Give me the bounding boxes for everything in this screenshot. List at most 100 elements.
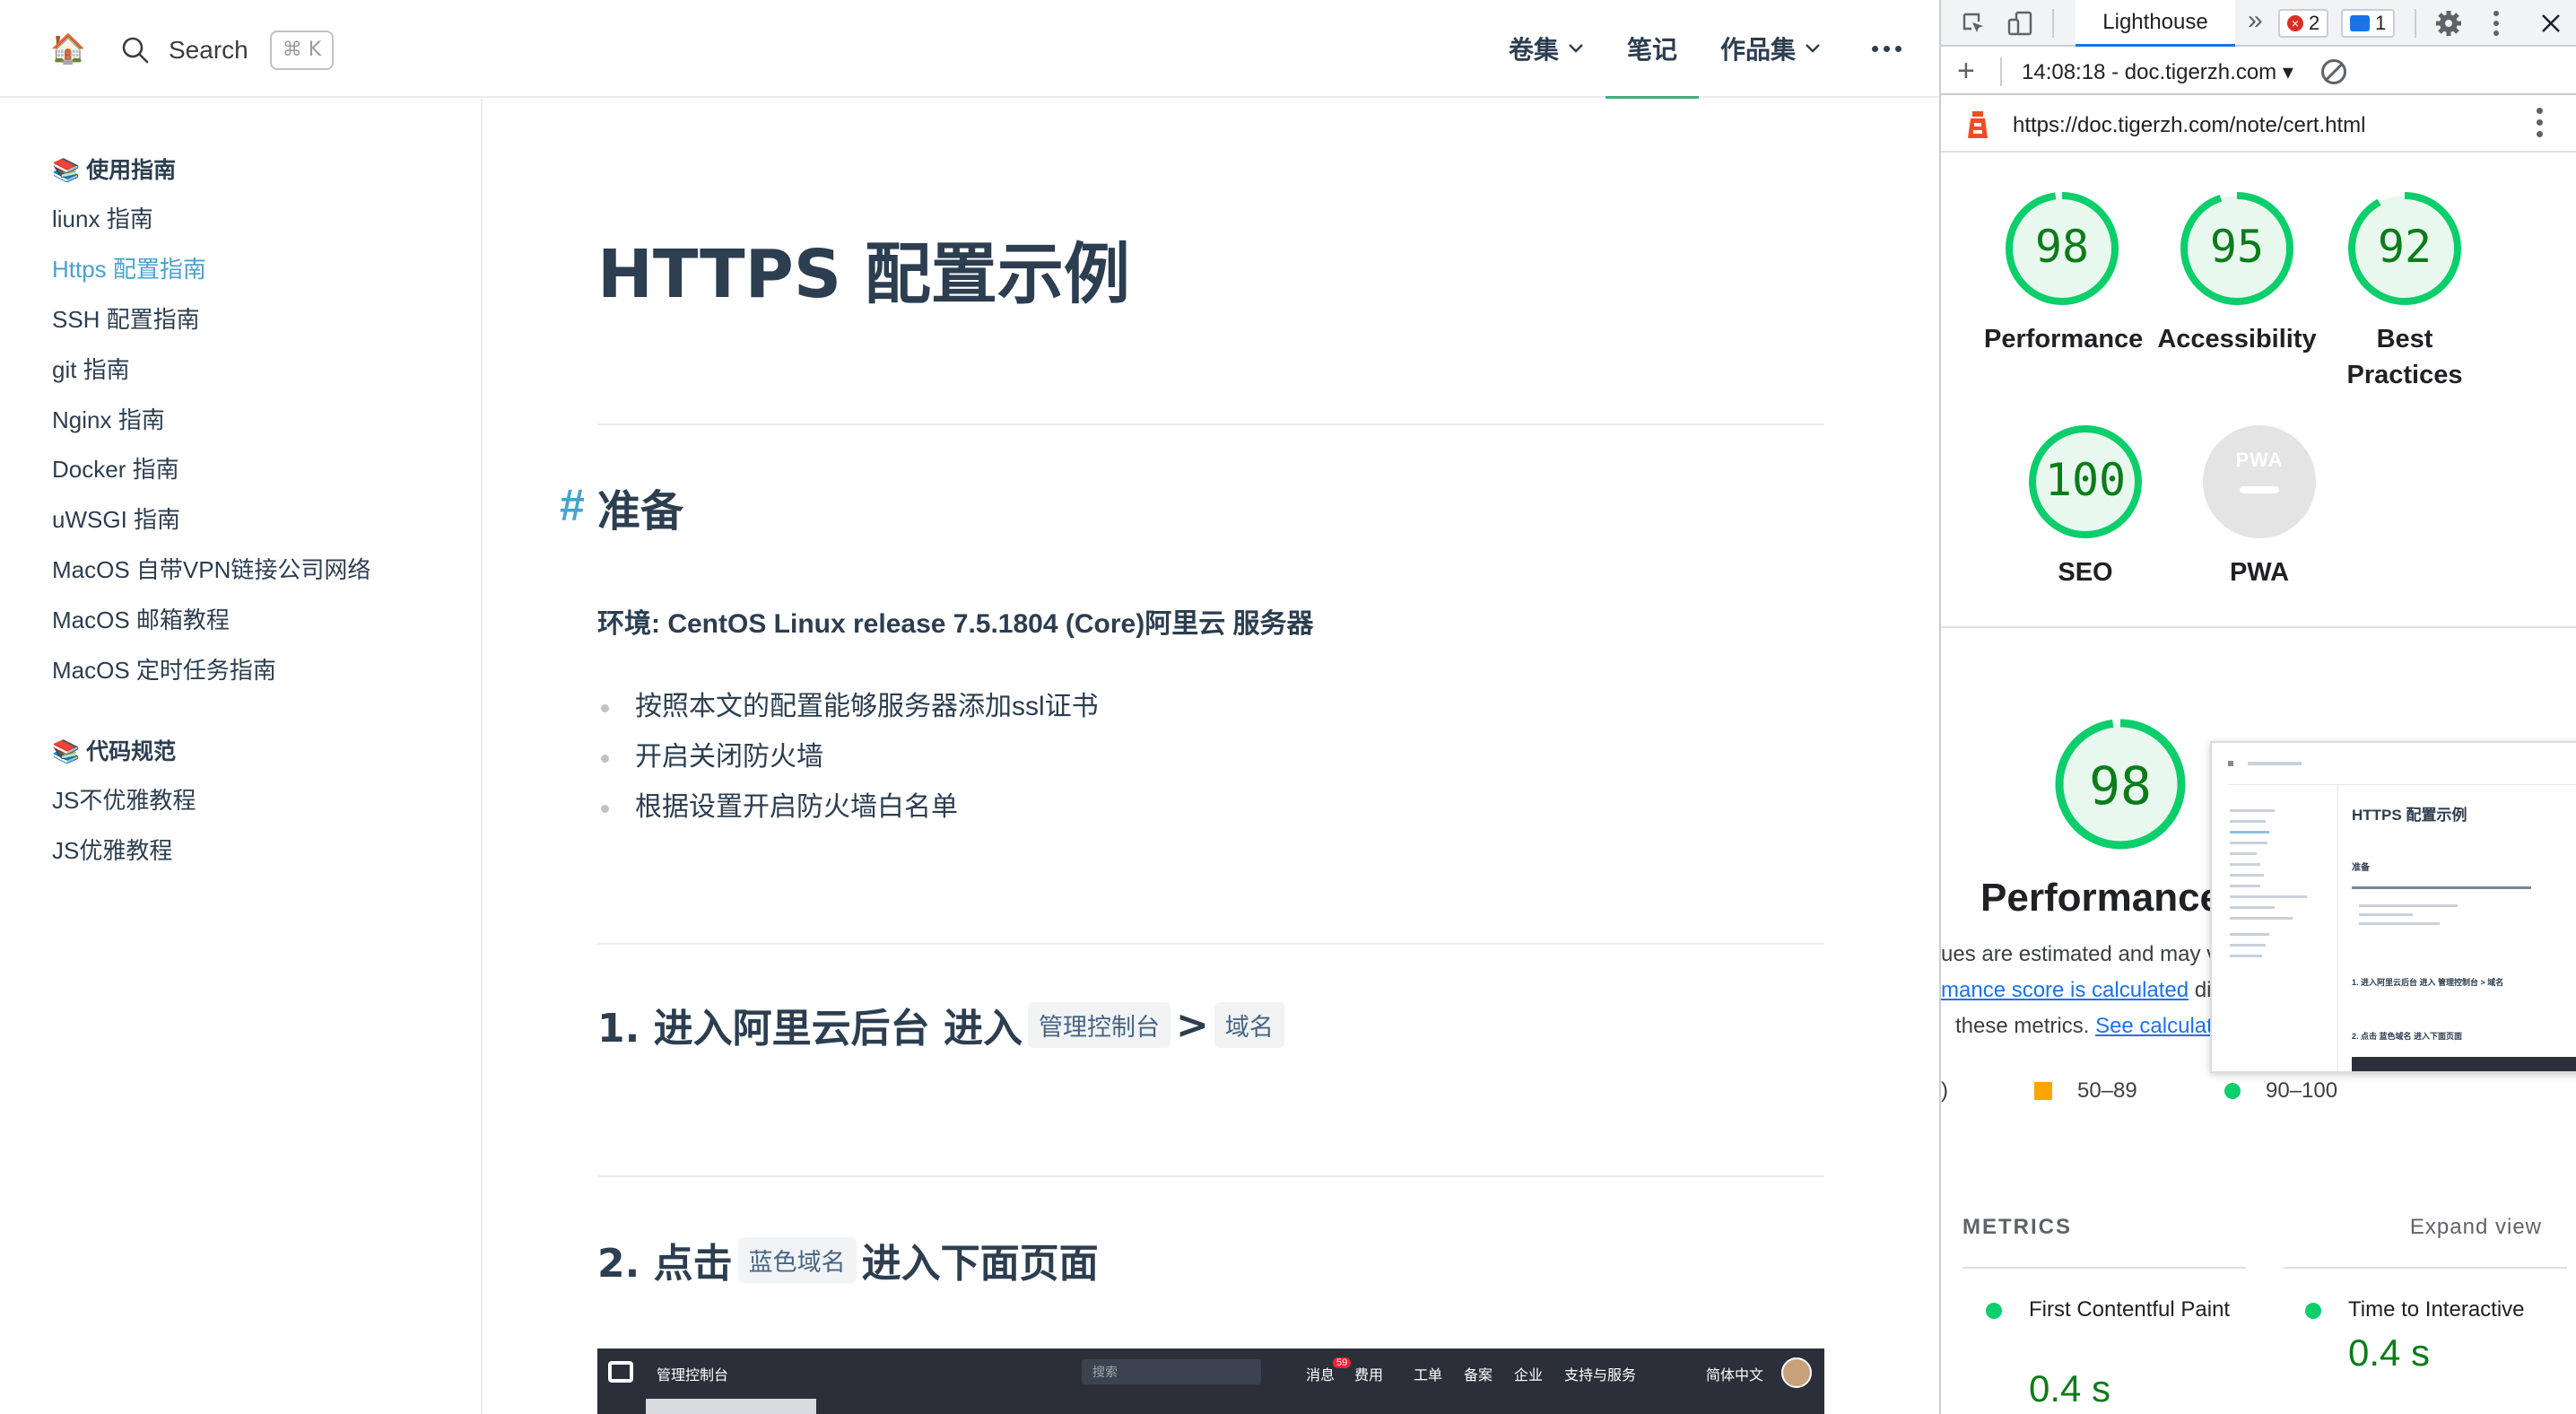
search-icon [122, 37, 149, 64]
gear-icon[interactable] [2434, 9, 2463, 38]
nav-zuopinji-label: 作品集 [1719, 36, 1796, 64]
separator [2415, 9, 2416, 38]
environment-text: 环境: CentOS Linux release 7.5.1804 (Core)… [597, 609, 1314, 639]
inspect-element-icon[interactable] [1959, 9, 1988, 38]
more-icon[interactable] [1864, 0, 1909, 97]
devtools-panel: Lighthouse » × 2 1 + 14:08:18 - doc.tige… [1939, 0, 2576, 1414]
metrics-divider [2284, 1267, 2567, 1269]
legend-pass-label: 90–100 [2266, 1078, 2338, 1103]
metric-value: 0.4 s [2348, 1331, 2431, 1374]
expand-view-toggle[interactable]: Expand view [2410, 1215, 2542, 1240]
tab-lighthouse[interactable]: Lighthouse [2076, 0, 2235, 47]
aliyun-nav-support: 支持与服务 [1564, 1368, 1637, 1383]
report-url[interactable]: https://doc.tigerzh.com/note/cert.html [2013, 113, 2366, 138]
report-menu-icon[interactable] [2537, 108, 2544, 143]
thumb-side-line [2230, 933, 2269, 936]
thumb-side-line [2230, 885, 2260, 887]
sidebar-item-docker[interactable]: Docker 指南 [52, 451, 179, 484]
sidebar-item-nginx[interactable]: Nginx 指南 [52, 402, 165, 435]
anchor-link[interactable]: # [560, 479, 585, 531]
nav-juanji[interactable]: 卷集 [1487, 0, 1606, 97]
nav-juanji-label: 卷集 [1508, 36, 1559, 64]
top-navbar: 🏠 Search ⌘ K 卷集 笔记 作品集 [0, 0, 1939, 99]
aliyun-screenshot: 管理控制台 搜索 消息 59 费用 工单 备案 企业 支持与服务 简体中文 [597, 1349, 1824, 1414]
aliyun-console-label: 管理控制台 [657, 1368, 729, 1383]
score-value: 92 [2377, 221, 2432, 273]
sidebar-item-git[interactable]: git 指南 [52, 352, 130, 385]
score-calc-link[interactable]: mance score is calculated [1941, 978, 2189, 1002]
sidebar-item-macos-vpn[interactable]: MacOS 自带VPN链接公司网络 [52, 552, 370, 585]
page-title: HTTPS 配置示例 [597, 236, 1130, 313]
clear-icon[interactable] [2321, 59, 2346, 84]
gauge-accessibility[interactable]: 95 Accessibility [2156, 190, 2318, 357]
thumb-title: HTTPS 配置示例 [2352, 807, 2467, 824]
list-item: 按照本文的配置能够服务器添加ssl证书 [597, 682, 1099, 732]
list-item: 开启关闭防火墙 [597, 732, 1099, 782]
legend-fail-tail: ) [1941, 1078, 1948, 1103]
lighthouse-toolbar: + 14:08:18 - doc.tigerzh.com ▾ [1941, 48, 2576, 95]
score-value: 100 [2044, 454, 2127, 506]
messages-badge[interactable]: 1 [2341, 9, 2396, 38]
message-icon [2350, 15, 2370, 31]
score-label: Accessibility [2157, 325, 2317, 354]
nav-biji[interactable]: 笔记 [1605, 0, 1700, 99]
performance-title: Performance [1980, 876, 2223, 920]
aliyun-subbar [646, 1399, 816, 1414]
thumb-side-line [2230, 874, 2264, 877]
thumb-sidebar-border [2337, 784, 2338, 1071]
thumb-text-line [2352, 886, 2531, 889]
device-toolbar-icon[interactable] [2006, 9, 2034, 38]
screen: 🏠 Search ⌘ K 卷集 笔记 作品集 📚 使用指南 liunx 指南 H… [0, 0, 2576, 1414]
nav-links: 卷集 笔记 作品集 [1487, 0, 1939, 99]
search-shortcut: ⌘ K [269, 31, 335, 70]
sidebar-item-macos-cron[interactable]: MacOS 定时任务指南 [52, 652, 276, 685]
code-blue-domain: 蓝色域名 [737, 1236, 857, 1283]
report-select[interactable]: 14:08:18 - doc.tigerzh.com ▾ [2022, 59, 2293, 85]
sidebar: 📚 使用指南 liunx 指南 Https 配置指南 SSH 配置指南 git … [0, 99, 483, 1414]
sidebar-item-ssh[interactable]: SSH 配置指南 [52, 301, 200, 335]
step1-text: 1. 进入阿里云后台 进入 [597, 1006, 1023, 1052]
gauge-performance[interactable]: 98 Performance [1984, 190, 2143, 357]
performance-desc-text: these metrics. [1955, 1014, 2090, 1038]
thumb-step2: 2. 点击 蓝色域名 进入下面页面 [2352, 1032, 2463, 1041]
aliyun-nav-fee: 费用 [1354, 1368, 1384, 1383]
final-screenshot-thumbnail[interactable]: HTTPS 配置示例 准备 1. 进入阿里云后台 进入 管理控制台 > 域名 2… [2210, 741, 2576, 1073]
thumb-side-line [2230, 820, 2266, 823]
sidebar-item-js-bad[interactable]: JS不优雅教程 [52, 782, 196, 816]
sidebar-item-https[interactable]: Https 配置指南 [52, 251, 206, 284]
metrics-heading: METRICS [1962, 1215, 2072, 1239]
see-calculator-link[interactable]: See calculato [2095, 1014, 2224, 1038]
sidebar-item-macos-mail[interactable]: MacOS 邮箱教程 [52, 602, 230, 635]
thumb-side-line [2230, 917, 2293, 920]
sidebar-item-js-good[interactable]: JS优雅教程 [52, 833, 172, 866]
thumb-side-line [2230, 944, 2266, 947]
article: HTTPS 配置示例 # 准备 环境: CentOS Linux release… [560, 99, 1826, 1414]
errors-badge[interactable]: × 2 [2278, 9, 2329, 38]
performance-gauge-large: 98 [2031, 718, 2210, 851]
divider [597, 423, 1824, 425]
messages-count: 1 [2375, 12, 2387, 34]
thumb-aliyun-bar [2352, 1057, 2576, 1071]
list-item: 根据设置开启防火墙白名单 [597, 782, 1099, 833]
aliyun-search: 搜索 [1082, 1359, 1261, 1384]
thumb-side-line [2230, 831, 2269, 834]
search-button[interactable]: Search ⌘ K [120, 31, 335, 70]
add-report-icon[interactable]: + [1957, 54, 1975, 89]
gauge-best-practices[interactable]: 92 Best Practices [2337, 190, 2472, 393]
section-heading-prepare: 准备 [597, 486, 684, 537]
nav-zuopinji[interactable]: 作品集 [1699, 0, 1842, 97]
home-icon[interactable]: 🏠 [50, 32, 86, 65]
sidebar-item-uwsgi[interactable]: uWSGI 指南 [52, 502, 180, 535]
report-url-bar: https://doc.tigerzh.com/note/cert.html [1941, 97, 2576, 153]
thumb-text-line [2359, 913, 2413, 916]
close-icon[interactable] [2537, 9, 2565, 38]
sidebar-group-guide[interactable]: 📚 使用指南 [52, 153, 176, 185]
kebab-menu-icon[interactable] [2493, 11, 2501, 36]
prep-list: 按照本文的配置能够服务器添加ssl证书 开启关闭防火墙 根据设置开启防火墙白名单 [597, 682, 1099, 833]
separator [2000, 57, 2002, 86]
gauge-pwa[interactable]: PWA PWA [2201, 423, 2318, 590]
sidebar-item-linux[interactable]: liunx 指南 [52, 201, 153, 234]
more-tabs-icon[interactable]: » [2248, 5, 2263, 36]
gauge-seo[interactable]: 100 SEO [2027, 423, 2144, 590]
sidebar-group-code-style[interactable]: 📚 代码规范 [52, 734, 176, 766]
